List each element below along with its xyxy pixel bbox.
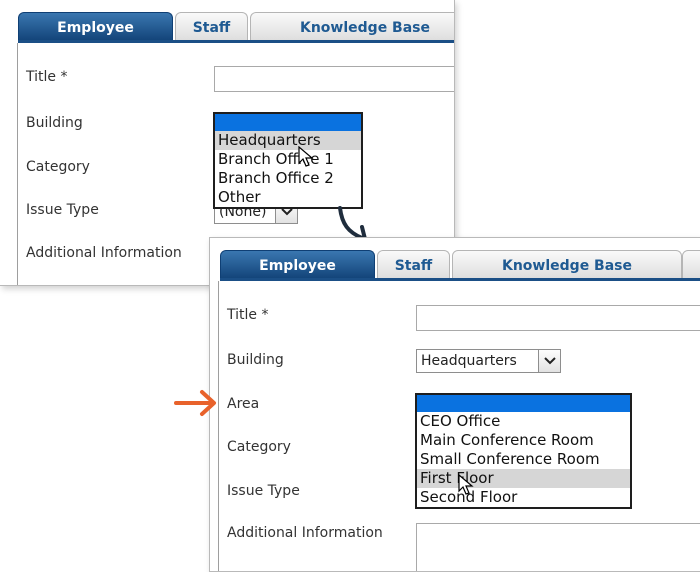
issue-type-label: Issue Type xyxy=(26,202,99,218)
tab-knowledge-base[interactable]: Knowledge Base xyxy=(250,12,454,42)
building-select[interactable]: Headquarters xyxy=(416,349,561,373)
additional-information-label: Additional Information xyxy=(227,525,383,541)
tab-underline xyxy=(220,278,700,281)
area-option-small-conference-room[interactable]: Small Conference Room xyxy=(417,450,630,469)
building-label: Building xyxy=(227,352,284,368)
category-label: Category xyxy=(227,439,291,455)
title-input[interactable] xyxy=(214,66,454,92)
building-option-blank[interactable] xyxy=(215,114,361,131)
building-label: Building xyxy=(26,115,83,131)
area-option-ceo-office[interactable]: CEO Office xyxy=(417,412,630,431)
building-value: Headquarters xyxy=(421,353,517,369)
area-option-blank[interactable] xyxy=(417,395,630,412)
category-label: Category xyxy=(26,159,90,175)
tab-employee[interactable]: Employee xyxy=(220,250,375,281)
title-label: Title * xyxy=(227,307,269,323)
tab-bar: Employee Staff Knowledge Base xyxy=(18,12,454,43)
tab-underline xyxy=(18,40,454,43)
building-option-branch-office-2[interactable]: Branch Office 2 xyxy=(215,169,361,188)
form-panel-area-open: Employee Staff Knowledge Base Title * Bu… xyxy=(209,237,700,572)
area-label: Area xyxy=(227,396,260,412)
chevron-down-icon[interactable] xyxy=(538,350,560,372)
area-option-main-conference-room[interactable]: Main Conference Room xyxy=(417,431,630,450)
tab-more[interactable] xyxy=(682,250,700,280)
tab-staff[interactable]: Staff xyxy=(175,12,248,42)
area-option-first-floor[interactable]: First Floor xyxy=(417,469,630,488)
area-option-second-floor[interactable]: Second Floor xyxy=(417,488,630,507)
tab-staff[interactable]: Staff xyxy=(377,250,450,280)
additional-information-textarea[interactable] xyxy=(416,523,700,571)
form-left-border xyxy=(17,43,18,285)
tab-employee[interactable]: Employee xyxy=(18,12,173,43)
tab-knowledge-base[interactable]: Knowledge Base xyxy=(452,250,682,280)
building-option-headquarters[interactable]: Headquarters xyxy=(215,131,361,150)
title-label: Title * xyxy=(26,69,68,85)
callout-arrow-icon xyxy=(174,390,216,416)
mouse-pointer-icon xyxy=(298,146,314,167)
issue-type-label: Issue Type xyxy=(227,483,300,499)
mouse-pointer-icon xyxy=(458,474,474,495)
title-input[interactable] xyxy=(416,305,700,331)
additional-information-label: Additional Information xyxy=(26,245,182,261)
tab-bar: Employee Staff Knowledge Base xyxy=(220,250,700,281)
area-dropdown-list[interactable]: CEO Office Main Conference Room Small Co… xyxy=(415,393,632,509)
building-dropdown-list[interactable]: Headquarters Branch Office 1 Branch Offi… xyxy=(213,112,363,209)
form-left-border xyxy=(218,281,219,571)
building-option-branch-office-1[interactable]: Branch Office 1 xyxy=(215,150,361,169)
